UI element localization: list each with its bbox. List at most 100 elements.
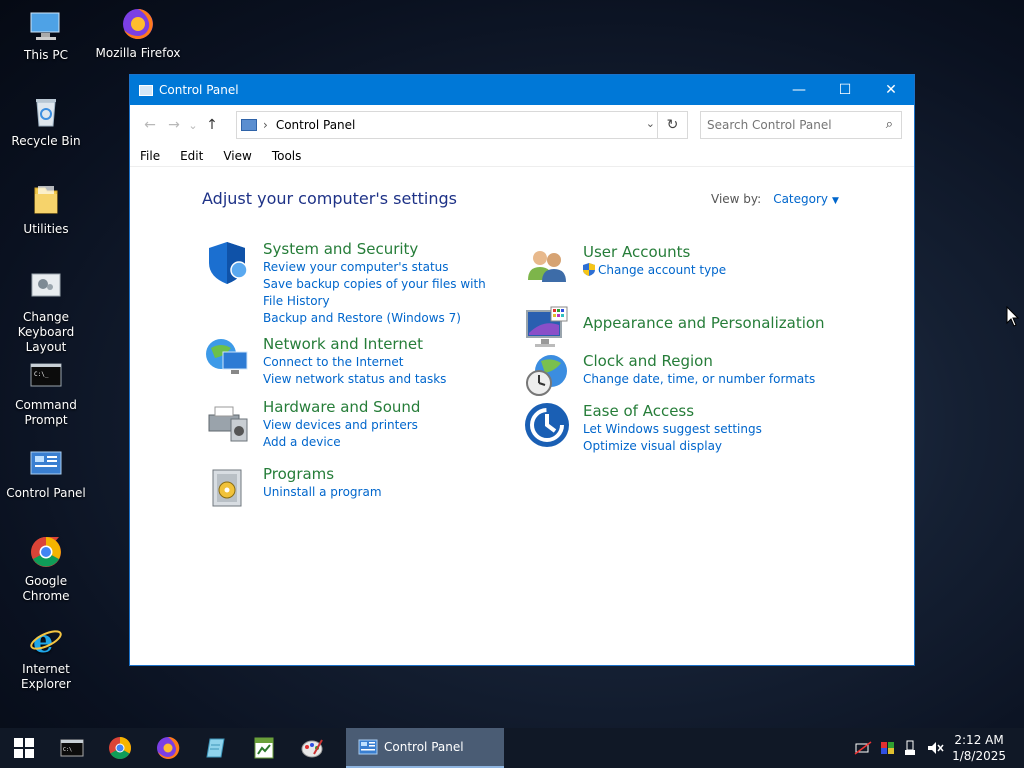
forward-arrow-icon[interactable]: → xyxy=(162,117,186,133)
link-windows-suggest[interactable]: Let Windows suggest settings xyxy=(583,421,843,438)
taskbar-command-prompt[interactable]: C:\ xyxy=(48,728,96,768)
recent-locations-icon[interactable]: ⌄ xyxy=(186,119,200,132)
menu-view[interactable]: View xyxy=(213,149,261,163)
maximize-button[interactable]: ☐ xyxy=(822,75,868,105)
desktop-icon-label: Recycle Bin xyxy=(11,134,81,148)
up-arrow-icon[interactable]: ↑ xyxy=(200,117,224,133)
desktop-icon-chrome[interactable]: Google Chrome xyxy=(0,534,92,604)
taskbar-notepad[interactable] xyxy=(192,728,240,768)
firefox-icon xyxy=(157,736,180,759)
desktop-icon-label: Mozilla Firefox xyxy=(95,46,181,60)
view-by-label: View by: xyxy=(711,192,762,206)
category-title[interactable]: Hardware and Sound xyxy=(263,397,493,417)
paint-icon xyxy=(301,739,323,758)
network-globe-icon xyxy=(203,334,251,382)
view-by-dropdown[interactable]: Category xyxy=(773,192,828,206)
network-status-icon[interactable] xyxy=(854,741,872,755)
link-change-account-type[interactable]: Change account type xyxy=(583,262,813,279)
link-devices-printers[interactable]: View devices and printers xyxy=(263,417,493,434)
desktop-icon-this-pc[interactable]: This PC xyxy=(0,8,92,63)
control-panel-icon xyxy=(241,119,257,131)
taskbar-paint[interactable] xyxy=(288,728,336,768)
menu-file[interactable]: File xyxy=(130,149,170,163)
search-input[interactable] xyxy=(707,118,877,132)
control-panel-window: Control Panel — ☐ ✕ ← → ⌄ ↑ › Control Pa… xyxy=(129,74,915,666)
spreadsheet-icon xyxy=(254,737,274,759)
control-panel-icon xyxy=(139,84,153,96)
appearance-monitor-icon xyxy=(523,303,571,351)
shield-icon xyxy=(203,239,251,287)
link-backup-restore[interactable]: Backup and Restore (Windows 7) xyxy=(263,310,493,327)
desktop-icon-control-panel[interactable]: Control Panel xyxy=(0,446,92,501)
chevron-down-icon[interactable]: ⌄ xyxy=(646,117,655,130)
title-bar[interactable]: Control Panel — ☐ ✕ xyxy=(130,75,914,105)
link-uninstall-program[interactable]: Uninstall a program xyxy=(263,484,493,501)
clock-date: 1/8/2025 xyxy=(952,749,1006,763)
link-optimize-display[interactable]: Optimize visual display xyxy=(583,438,843,455)
category-title[interactable]: System and Security xyxy=(263,239,493,259)
link-review-status[interactable]: Review your computer's status xyxy=(263,259,493,276)
content-area: Adjust your computer's settings View by:… xyxy=(130,167,914,667)
menu-tools[interactable]: Tools xyxy=(262,149,312,163)
desktop-icon-keyboard-layout[interactable]: Change Keyboard Layout xyxy=(0,270,92,355)
category-title[interactable]: Programs xyxy=(263,464,493,484)
category-title[interactable]: User Accounts xyxy=(583,242,813,262)
user-accounts-icon xyxy=(523,242,571,290)
link-file-history[interactable]: Save backup copies of your files with Fi… xyxy=(263,276,493,310)
breadcrumb[interactable]: Control Panel xyxy=(276,118,356,132)
link-add-device[interactable]: Add a device xyxy=(263,434,493,451)
desktop-icon-label: Google Chrome xyxy=(22,574,70,603)
firefox-icon xyxy=(120,6,156,42)
taskbar-active-label: Control Panel xyxy=(384,740,464,754)
ease-of-access-icon xyxy=(523,401,571,449)
menu-edit[interactable]: Edit xyxy=(170,149,213,163)
control-panel-icon xyxy=(358,739,378,755)
system-tray: 2:12 AM 1/8/2025 xyxy=(854,728,1024,768)
taskbar-chrome[interactable] xyxy=(96,728,144,768)
recycle-bin-icon xyxy=(28,94,64,130)
breadcrumb-separator: › xyxy=(263,118,268,132)
back-arrow-icon[interactable]: ← xyxy=(138,117,162,133)
view-by: View by: Category ▼ xyxy=(711,192,839,206)
desktop-icon-recycle-bin[interactable]: Recycle Bin xyxy=(0,94,92,149)
refresh-icon[interactable]: ↻ xyxy=(657,112,687,138)
uac-shield-icon xyxy=(583,263,595,276)
control-panel-icon xyxy=(28,446,64,482)
desktop-icon-utilities[interactable]: Utilities xyxy=(0,182,92,237)
clock[interactable]: 2:12 AM 1/8/2025 xyxy=(952,732,1006,764)
display-icon[interactable] xyxy=(880,741,896,755)
category-title[interactable]: Clock and Region xyxy=(583,351,843,371)
category-title[interactable]: Network and Internet xyxy=(263,334,493,354)
search-icon[interactable]: ⌕ xyxy=(886,117,893,132)
desktop-icon-command-prompt[interactable]: C:\_ Command Prompt xyxy=(0,358,92,428)
volume-muted-icon[interactable] xyxy=(926,741,944,755)
svg-text:C:\: C:\ xyxy=(63,747,72,753)
clock-time: 2:12 AM xyxy=(954,733,1004,747)
caret-down-icon[interactable]: ▼ xyxy=(832,196,839,206)
close-button[interactable]: ✕ xyxy=(868,75,914,105)
category-title[interactable]: Ease of Access xyxy=(583,401,843,421)
category-title[interactable]: Appearance and Personalization xyxy=(583,313,843,333)
link-network-status[interactable]: View network status and tasks xyxy=(263,371,493,388)
taskbar-spreadsheet[interactable] xyxy=(240,728,288,768)
usb-device-icon[interactable] xyxy=(904,740,916,756)
start-button[interactable] xyxy=(0,728,48,768)
desktop-icon-label: Internet Explorer xyxy=(21,662,71,691)
taskbar-control-panel[interactable]: Control Panel xyxy=(346,728,504,768)
windows-logo-icon xyxy=(14,738,34,758)
internet-explorer-icon: e xyxy=(28,622,64,660)
search-box[interactable]: ⌕ xyxy=(700,111,902,139)
window-title: Control Panel xyxy=(159,83,239,97)
page-title: Adjust your computer's settings xyxy=(202,189,457,208)
desktop-icon-label: Utilities xyxy=(23,222,69,236)
taskbar-firefox[interactable] xyxy=(144,728,192,768)
desktop-icon-internet-explorer[interactable]: e Internet Explorer xyxy=(0,622,92,692)
address-bar[interactable]: › Control Panel ⌄ ↻ xyxy=(236,111,688,139)
desktop-icon-label: This PC xyxy=(24,48,68,62)
menu-bar: File Edit View Tools xyxy=(130,145,914,167)
link-connect-internet[interactable]: Connect to the Internet xyxy=(263,354,493,371)
link-change-date-time[interactable]: Change date, time, or number formats xyxy=(583,371,843,388)
desktop-icon-firefox[interactable]: Mozilla Firefox xyxy=(92,6,184,61)
minimize-button[interactable]: — xyxy=(776,75,822,105)
programs-icon xyxy=(203,464,251,512)
